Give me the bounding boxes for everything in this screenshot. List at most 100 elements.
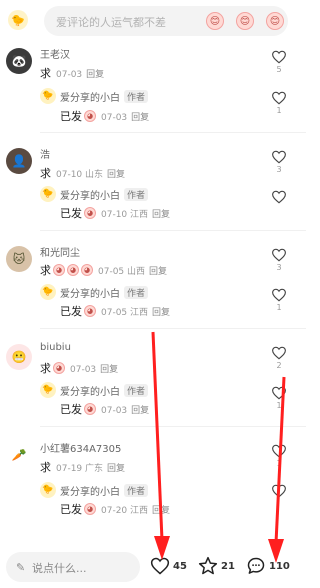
comment-username[interactable]: 和光同尘 <box>40 244 80 259</box>
author-avatar[interactable]: 🐤 <box>40 382 56 398</box>
avatar[interactable]: 🥕 <box>6 442 32 468</box>
arrow-annotation-comments <box>268 376 286 563</box>
comment-text: 求 07-10 山东 回复 <box>40 165 125 181</box>
reply-link[interactable]: 回复 <box>100 365 118 375</box>
reply-text: 已发 ◕ 07-03 回复 <box>60 401 149 417</box>
comment-text: 求 ◕ ◕ ◕ 07-05 山西 回复 <box>40 262 167 278</box>
star-button[interactable]: 21 <box>198 556 235 576</box>
reply-link[interactable]: 回复 <box>86 70 104 80</box>
top-bar: 🐤 爱评论的人运气都不差 😊 😊 😊 <box>0 0 310 40</box>
comment-text: 求 07-19 广东 回复 <box>40 459 125 475</box>
comment-body: 求 <box>40 461 51 474</box>
comment-username[interactable]: 小红薯634A7305 <box>40 440 121 455</box>
comment-body: 求 <box>40 362 51 375</box>
comment-date: 07-19 <box>56 463 83 474</box>
reply-username[interactable]: 爱分享的小白 <box>60 187 120 202</box>
comment-date: 07-10 <box>56 169 83 180</box>
like-count: 3 <box>276 165 282 174</box>
reply-link[interactable]: 回复 <box>131 113 149 123</box>
emoji-icon: ◕ <box>84 403 96 415</box>
heart-icon <box>272 150 286 164</box>
reply-author-row: 🐤 爱分享的小白 作者 <box>40 482 149 498</box>
heart-icon <box>272 288 286 302</box>
reply-username[interactable]: 爱分享的小白 <box>60 89 120 104</box>
divider <box>40 132 306 133</box>
heart-icon <box>272 346 286 360</box>
author-avatar[interactable]: 🐤 <box>40 284 56 300</box>
pencil-icon: ✎ <box>16 561 26 574</box>
emoji-button-2[interactable]: 😊 <box>236 12 254 30</box>
comment-date: 07-05 <box>98 266 125 277</box>
author-badge: 作者 <box>124 285 149 299</box>
reply-link[interactable]: 回复 <box>107 464 125 474</box>
divider <box>40 230 306 231</box>
star-count: 21 <box>221 560 235 572</box>
emoji-icon: ◕ <box>84 207 96 219</box>
comment-body: 求 <box>40 67 51 80</box>
comment-meta: 07-03 回复 <box>70 362 118 375</box>
reply-date: 07-05 <box>101 307 128 318</box>
comment-location: 山西 <box>127 266 146 277</box>
comment-username[interactable]: 浩 <box>40 146 50 161</box>
comment-meta: 07-19 广东 回复 <box>56 461 125 474</box>
reply-author-row: 🐤 爱分享的小白 作者 <box>40 88 149 104</box>
reply-username[interactable]: 爱分享的小白 <box>60 383 120 398</box>
reply-link[interactable]: 回复 <box>107 170 125 180</box>
comment-meta: 07-05 山西 回复 <box>98 264 167 277</box>
reply-link[interactable]: 回复 <box>152 210 170 220</box>
author-badge: 作者 <box>124 89 149 103</box>
comment-body: 求 <box>40 264 51 277</box>
comment-text: 求 ◕ 07-03 回复 <box>40 360 118 376</box>
comment-body: 求 <box>40 167 51 180</box>
comment-input-top[interactable]: 爱评论的人运气都不差 😊 😊 😊 <box>44 6 288 36</box>
comment-like-button[interactable]: 3 <box>271 248 287 272</box>
reply-text: 已发 ◕ 07-05 江西 回复 <box>60 303 170 319</box>
avatar[interactable]: 🐱 <box>6 246 32 272</box>
heart-icon <box>272 91 286 105</box>
reply-meta: 07-05 江西 回复 <box>101 305 170 318</box>
reply-like-button[interactable]: 1 <box>271 288 287 312</box>
emoji-button-1[interactable]: 😊 <box>206 12 224 30</box>
emoji-button-3[interactable]: 😊 <box>266 12 284 30</box>
reply-location: 江西 <box>130 209 149 220</box>
comment-like-button[interactable]: 3 <box>271 150 287 174</box>
reply-link[interactable]: 回复 <box>152 308 170 318</box>
avatar[interactable]: 😬 <box>6 344 32 370</box>
like-count: 45 <box>173 560 187 572</box>
emoji-icon: ◕ <box>67 264 79 276</box>
reply-body: 已发 <box>60 403 82 416</box>
like-count: 1 <box>276 303 282 312</box>
avatar[interactable]: 👤 <box>6 148 32 174</box>
avatar[interactable]: 🐼 <box>6 48 32 74</box>
author-avatar[interactable]: 🐤 <box>40 186 56 202</box>
emoji-icon: ◕ <box>84 503 96 515</box>
reply-username[interactable]: 爱分享的小白 <box>60 483 120 498</box>
reply-link[interactable]: 回复 <box>149 267 167 277</box>
like-count: 3 <box>276 263 282 272</box>
comment-username[interactable]: biubiu <box>40 342 71 353</box>
comment-input[interactable]: ✎ 说点什么... <box>6 552 140 582</box>
emoji-icon: ◕ <box>53 362 65 374</box>
comment-username[interactable]: 王老汉 <box>40 46 70 61</box>
reply-date: 07-20 <box>101 505 128 516</box>
author-avatar[interactable]: 🐤 <box>40 482 56 498</box>
reply-body: 已发 <box>60 207 82 220</box>
comment-location: 山东 <box>85 169 104 180</box>
emoji-icon: ◕ <box>84 110 96 122</box>
reply-like-button[interactable]: 1 <box>271 91 287 115</box>
comment-meta: 07-03 回复 <box>56 67 104 80</box>
comment-location: 广东 <box>85 463 104 474</box>
author-badge: 作者 <box>124 187 149 201</box>
reply-like-button[interactable] <box>271 190 287 205</box>
reply-text: 已发 ◕ 07-10 江西 回复 <box>60 205 170 221</box>
author-avatar[interactable]: 🐤 <box>40 88 56 104</box>
emoji-icon: ◕ <box>53 264 65 276</box>
reply-username[interactable]: 爱分享的小白 <box>60 285 120 300</box>
reply-date: 07-03 <box>101 112 128 123</box>
comment-like-button[interactable]: 2 <box>271 346 287 370</box>
comment-like-button[interactable]: 5 <box>271 50 287 74</box>
comment-input-placeholder: 说点什么... <box>32 562 87 575</box>
reply-date: 07-03 <box>101 405 128 416</box>
reply-author-row: 🐤 爱分享的小白 作者 <box>40 284 149 300</box>
divider <box>40 328 306 329</box>
